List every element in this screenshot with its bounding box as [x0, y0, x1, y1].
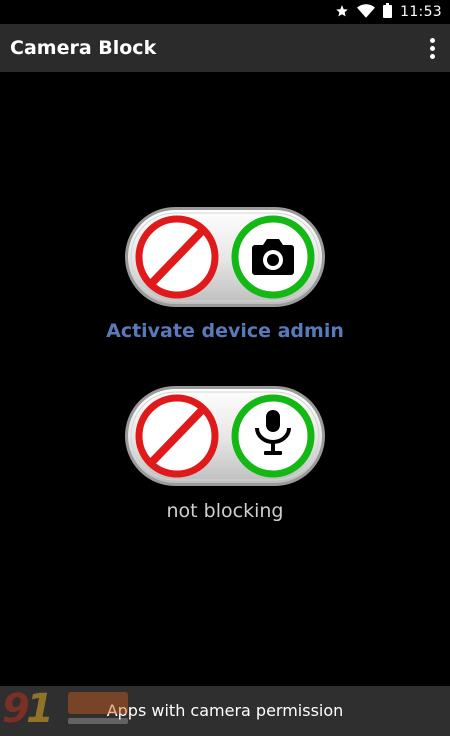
status-time: 11:53: [400, 4, 442, 20]
microphone-icon: [231, 394, 315, 478]
wifi-icon: [357, 3, 376, 22]
battery-icon: [383, 2, 393, 22]
status-icons: 11:53: [335, 0, 442, 24]
camera-block-toggle[interactable]: [125, 207, 325, 307]
microphone-status: not blocking: [166, 500, 284, 522]
block-icon: [135, 215, 219, 299]
star-icon: [335, 3, 349, 22]
status-bar: 11:53: [0, 0, 450, 24]
activate-device-admin-link[interactable]: Activate device admin: [0, 320, 450, 342]
app-title: Camera Block: [10, 37, 157, 59]
microphone-block-toggle[interactable]: [125, 386, 325, 486]
screen: 11:53 Camera Block Activate device admin…: [0, 0, 450, 736]
svg-text:1: 1: [26, 686, 54, 732]
block-icon: [135, 394, 219, 478]
overflow-menu-icon[interactable]: [424, 36, 440, 60]
app-bar: Camera Block: [0, 24, 450, 72]
camera-icon: [231, 215, 315, 299]
watermark-logo: 9 1: [0, 682, 140, 736]
